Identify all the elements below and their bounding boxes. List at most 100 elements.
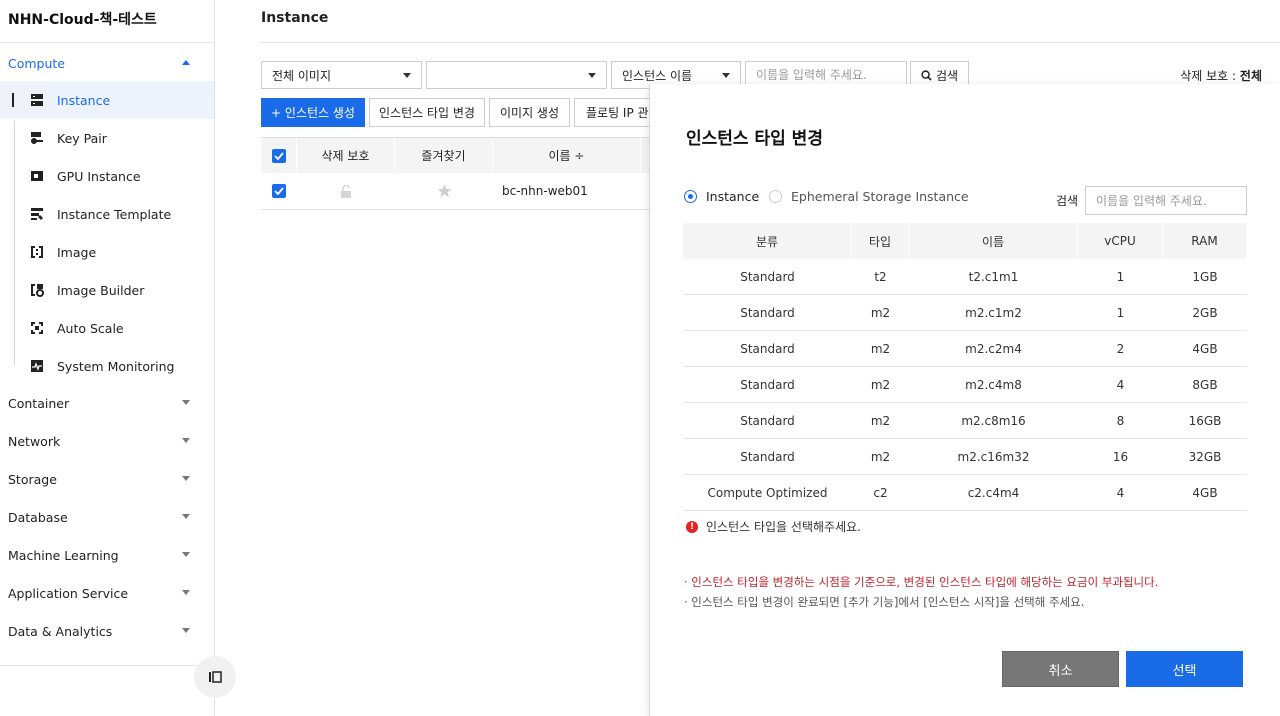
cell-ram: 16GB xyxy=(1188,413,1222,428)
chevron-down-icon xyxy=(182,514,190,519)
select-all-cell xyxy=(261,138,297,173)
select-value: 전체 이미지 xyxy=(272,68,332,83)
cell-ram: 4GB xyxy=(1192,341,1218,356)
cell-type: m2 xyxy=(870,449,891,464)
cell-type: c2 xyxy=(873,485,888,500)
radio-selected-icon xyxy=(684,190,697,203)
chevron-up-icon xyxy=(182,60,190,65)
sidebar-item-label: Auto Scale xyxy=(57,320,124,336)
cell-vcpu: 16 xyxy=(1112,449,1129,464)
chevron-down-icon xyxy=(182,476,190,481)
cell-name: m2.c1m2 xyxy=(965,305,1022,320)
image-icon xyxy=(31,246,43,258)
cell-type: m2 xyxy=(870,413,891,428)
nav-group-storage[interactable]: Storage xyxy=(0,460,214,498)
nav-group-label: Container xyxy=(8,395,70,411)
table-row[interactable]: Compute Optimized c2 c2.c4m4 4 4GB xyxy=(683,475,1247,511)
nav-group-application-service[interactable]: Application Service xyxy=(0,574,214,612)
sidebar-item-image-builder[interactable]: Image Builder xyxy=(0,271,214,309)
instance-type-table: 분류 타입 이름 vCPU RAM Standard t2 t2.c1m1 1 … xyxy=(683,223,1247,511)
collapse-sidebar-button[interactable] xyxy=(194,656,236,698)
select-value: 인스턴스 이름 xyxy=(622,68,693,83)
change-instance-type-button[interactable]: 인스턴스 타입 변경 xyxy=(369,98,485,127)
sidebar-item-auto-scale[interactable]: Auto Scale xyxy=(0,309,214,347)
create-instance-button[interactable]: + 인스턴스 생성 xyxy=(261,98,365,127)
radio-ephemeral-storage-instance[interactable]: Ephemeral Storage Instance xyxy=(769,189,969,204)
nav-group-container[interactable]: Container xyxy=(0,384,214,422)
radio-unselected-icon xyxy=(769,190,782,203)
nav-group-database[interactable]: Database xyxy=(0,498,214,536)
table-row[interactable]: Standard m2 m2.c4m8 4 8GB xyxy=(683,367,1247,403)
secondary-filter-select[interactable] xyxy=(426,61,607,89)
table-row[interactable]: Standard t2 t2.c1m1 1 1GB xyxy=(683,259,1247,295)
expand-icon xyxy=(31,322,43,334)
delete-protect-filter[interactable]: 삭제 보호 : 전체 xyxy=(1180,67,1262,84)
table-row[interactable]: Standard m2 m2.c1m2 1 2GB xyxy=(683,295,1247,331)
cell-name: c2.c4m4 xyxy=(967,485,1020,500)
check-icon xyxy=(274,187,284,195)
row-select-cell xyxy=(261,173,297,209)
nav-group-network[interactable]: Network xyxy=(0,422,214,460)
image-filter-select[interactable]: 전체 이미지 xyxy=(261,61,422,89)
cell-ram: 1GB xyxy=(1192,269,1218,284)
cell-vcpu: 2 xyxy=(1116,341,1125,356)
create-image-button[interactable]: 이미지 생성 xyxy=(489,98,570,127)
project-name[interactable]: NHN-Cloud-책-테스트 xyxy=(8,9,157,29)
server-icon xyxy=(31,94,43,106)
modal-title: 인스턴스 타입 변경 xyxy=(686,129,823,149)
column-favorite[interactable]: 즐겨찾기 xyxy=(395,138,493,173)
sidebar-item-label: Key Pair xyxy=(57,130,107,146)
cell-name: m2.c8m16 xyxy=(961,413,1026,428)
modal-search-input[interactable] xyxy=(1085,186,1247,215)
cell-type: m2 xyxy=(870,305,891,320)
row-checkbox[interactable] xyxy=(272,184,286,198)
sidebar-item-key-pair[interactable]: Key Pair xyxy=(0,119,214,157)
table-row[interactable]: bc-nhn-web01 xyxy=(261,173,661,210)
sidebar-item-label: Image xyxy=(57,244,97,260)
table-row[interactable]: Standard m2 m2.c8m16 8 16GB xyxy=(683,403,1247,439)
unlock-icon[interactable] xyxy=(340,184,352,198)
radio-instance[interactable]: Instance xyxy=(684,189,759,204)
column-name[interactable]: 이름 ÷ xyxy=(493,138,641,173)
table-row[interactable]: Standard m2 m2.c16m32 16 32GB xyxy=(683,439,1247,475)
sidebar: NHN-Cloud-책-테스트 Compute Instance Key Pai… xyxy=(0,0,215,716)
cancel-button[interactable]: 취소 xyxy=(1002,651,1119,687)
nav-group-compute[interactable]: Compute xyxy=(0,44,214,82)
instance-type-table-header: 분류 타입 이름 vCPU RAM xyxy=(683,223,1247,259)
sidebar-item-instance[interactable]: Instance xyxy=(0,81,214,119)
search-icon xyxy=(921,69,932,81)
sidebar-item-label: Instance Template xyxy=(57,206,172,222)
sidebar-item-instance-template[interactable]: Instance Template xyxy=(0,195,214,233)
delete-protect-label: 삭제 보호 : xyxy=(1180,69,1237,83)
cell-vcpu: 1 xyxy=(1116,305,1125,320)
cell-vcpu: 1 xyxy=(1116,269,1125,284)
nav-group-label: Data & Analytics xyxy=(8,623,113,639)
radio-label: Instance xyxy=(706,189,760,204)
cell-category: Standard xyxy=(740,413,795,428)
star-icon[interactable] xyxy=(437,184,452,198)
nav-group-machine-learning[interactable]: Machine Learning xyxy=(0,536,214,574)
select-all-checkbox[interactable] xyxy=(271,148,286,163)
nav-group-data-analytics[interactable]: Data & Analytics xyxy=(0,612,214,650)
key-icon xyxy=(31,132,43,144)
cell-category: Standard xyxy=(740,269,795,284)
cell-type: t2 xyxy=(874,269,887,284)
warning-text: 인스턴스 타입을 선택해주세요. xyxy=(706,520,861,534)
chevron-down-icon xyxy=(182,438,190,443)
title-divider xyxy=(261,42,1280,43)
column-vcpu: vCPU xyxy=(1078,223,1163,259)
nav-group-label: Database xyxy=(8,509,68,525)
column-name: 이름 xyxy=(909,223,1078,259)
sidebar-item-system-monitoring[interactable]: System Monitoring xyxy=(0,347,214,385)
cell-category: Standard xyxy=(740,341,795,356)
sidebar-item-image[interactable]: Image xyxy=(0,233,214,271)
row-name-cell[interactable]: bc-nhn-web01 xyxy=(493,173,621,209)
select-button[interactable]: 선택 xyxy=(1126,651,1243,687)
nav-group-label: Machine Learning xyxy=(8,547,119,563)
column-delete-protect[interactable]: 삭제 보호 xyxy=(297,138,395,173)
gpu-icon xyxy=(31,171,43,181)
sidebar-item-gpu-instance[interactable]: GPU Instance xyxy=(0,157,214,195)
page-title: Instance xyxy=(261,10,329,26)
chevron-down-icon xyxy=(182,400,190,405)
table-row[interactable]: Standard m2 m2.c2m4 2 4GB xyxy=(683,331,1247,367)
